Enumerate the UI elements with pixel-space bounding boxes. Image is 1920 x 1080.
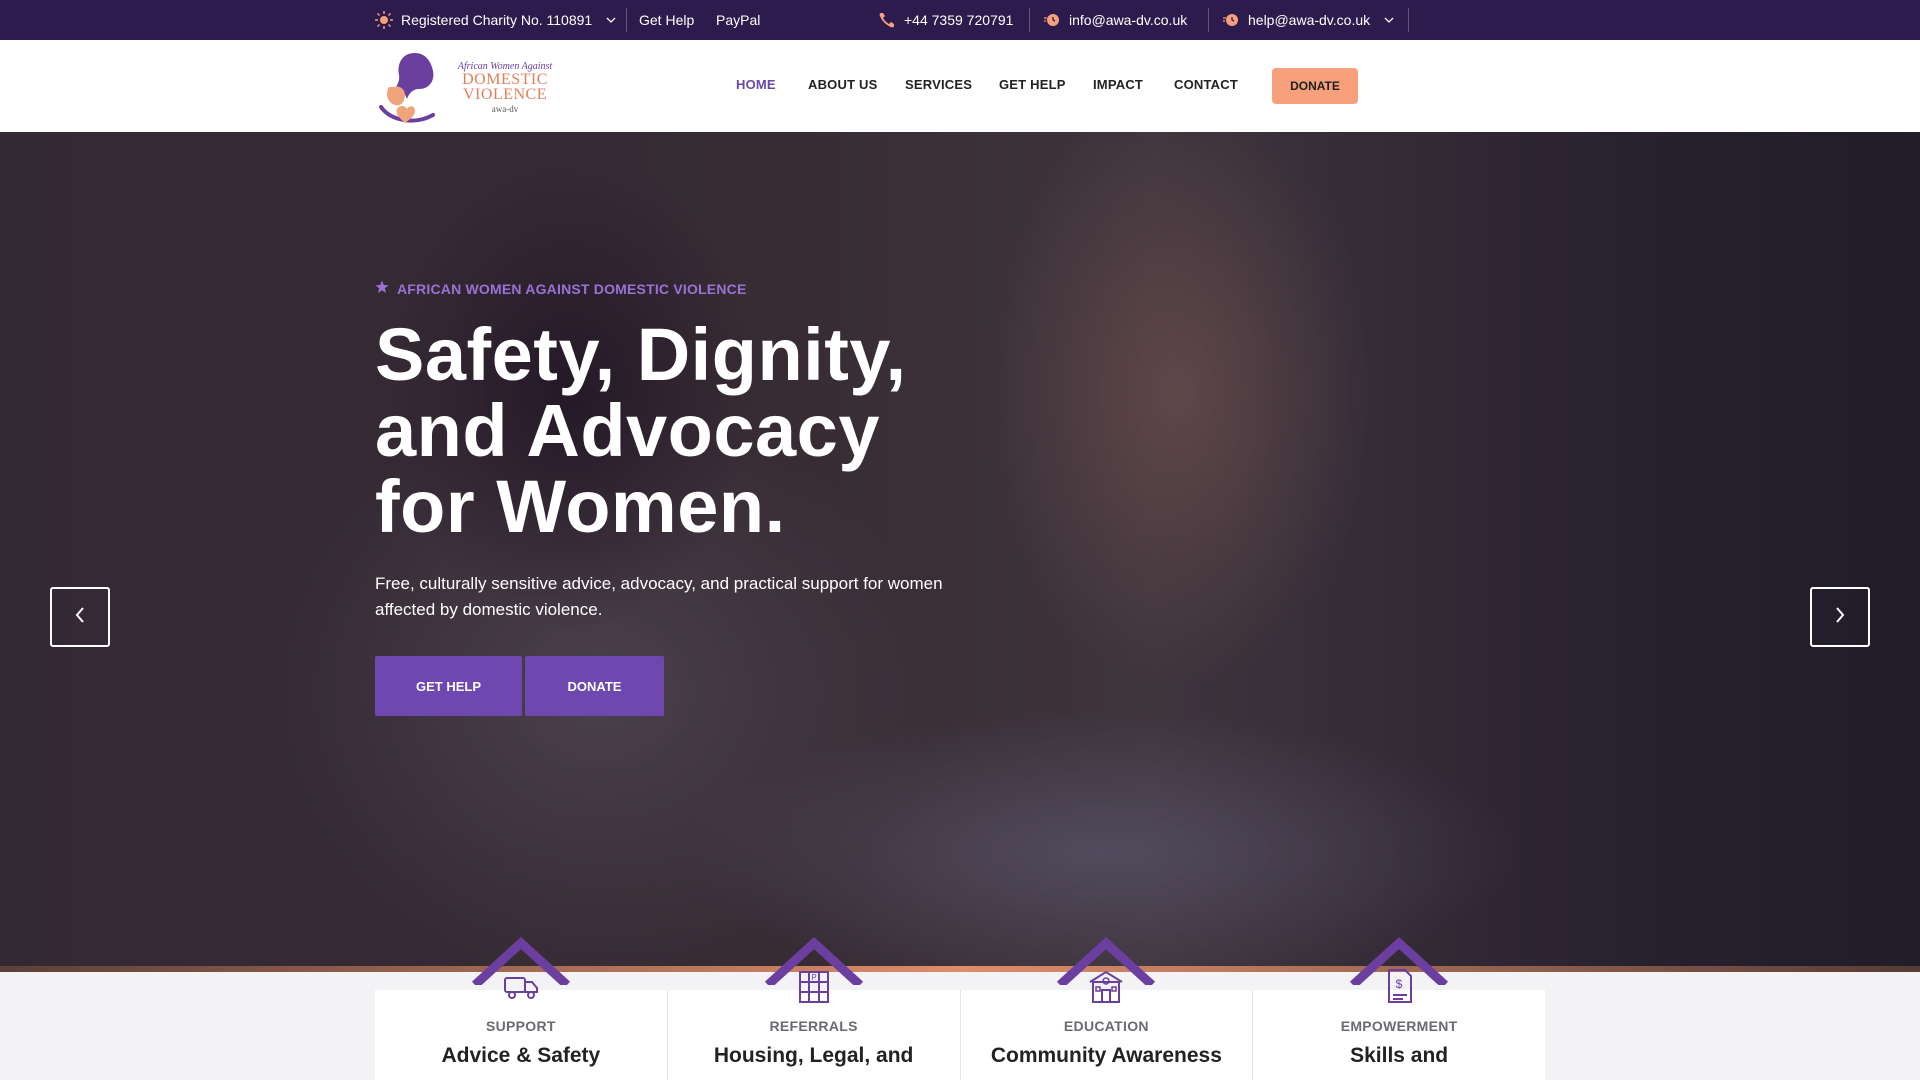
hero-buttons: GET HELP DONATE <box>375 656 995 716</box>
email-help-link[interactable]: help@awa-dv.co.uk <box>1222 0 1394 40</box>
svg-text:$: $ <box>1396 977 1403 991</box>
service-card-referrals[interactable]: P REFERRALS Housing, Legal, and <box>668 936 961 1080</box>
email-info-link[interactable]: info@awa-dv.co.uk <box>1043 0 1187 40</box>
email-help: help@awa-dv.co.uk <box>1248 12 1371 28</box>
clock-icon <box>1222 11 1240 29</box>
phone-link[interactable]: +44 7359 720791 <box>878 0 1013 40</box>
slider-prev-button[interactable] <box>50 587 110 647</box>
link-label: Get Help <box>639 12 695 28</box>
headline-line3: for Women. <box>375 465 786 548</box>
slider-progress-bar <box>0 966 1920 972</box>
nav-item-contact[interactable]: CONTACT <box>1174 77 1238 92</box>
headline-line2: and Advocacy <box>375 389 880 472</box>
hero-slider: AFRICAN WOMEN AGAINST DOMESTIC VIOLENCE … <box>0 132 1920 972</box>
site-header: African Women Against DOMESTIC VIOLENCE … <box>0 40 1920 132</box>
service-card-support[interactable]: SUPPORT Advice & Safety <box>375 936 668 1080</box>
charity-info[interactable]: Registered Charity No. 110891 <box>375 0 616 40</box>
topbar-link-paypal[interactable]: PayPal <box>716 0 760 40</box>
phone-number: +44 7359 720791 <box>904 12 1014 28</box>
slider-next-button[interactable] <box>1810 587 1870 647</box>
logo-wordmark: African Women Against DOMESTIC VIOLENCE … <box>450 61 560 114</box>
link-label: PayPal <box>716 12 761 28</box>
sun-icon <box>375 11 393 29</box>
donate-button[interactable]: DONATE <box>1272 68 1358 104</box>
charity-number: Registered Charity No. 110891 <box>401 12 593 28</box>
email-info: info@awa-dv.co.uk <box>1069 12 1188 28</box>
svg-text:P: P <box>811 973 816 982</box>
clock-icon <box>1043 11 1061 29</box>
chevron-left-icon <box>74 606 86 629</box>
hero-lead: Free, culturally sensitive advice, advoc… <box>375 574 943 619</box>
phone-icon <box>878 11 896 29</box>
chevron-down-icon <box>1384 17 1394 23</box>
card-eyebrow: EDUCATION <box>1063 1018 1149 1034</box>
nav-item-home[interactable]: HOME <box>736 77 776 92</box>
nav-item-services[interactable]: SERVICES <box>905 77 972 92</box>
logo-line2b: VIOLENCE <box>463 86 547 103</box>
get-help-button[interactable]: GET HELP <box>375 656 522 716</box>
card-eyebrow: EMPOWERMENT <box>1340 1018 1458 1034</box>
nav-item-impact[interactable]: IMPACT <box>1093 77 1143 92</box>
hero-headline: Safety, Dignity, and Advocacy for Women. <box>375 317 995 545</box>
card-title: Advice & Safety <box>441 1044 601 1067</box>
card-eyebrow: REFERRALS <box>769 1018 858 1034</box>
nav-item-get-help[interactable]: GET HELP <box>999 77 1066 92</box>
hero-content: AFRICAN WOMEN AGAINST DOMESTIC VIOLENCE … <box>375 280 995 716</box>
document-money-icon: $ <box>1379 968 1419 1004</box>
chevron-down-icon <box>606 17 616 23</box>
star-icon <box>375 280 389 297</box>
service-cards: SUPPORT Advice & Safety P REFERRALS Hous… <box>375 936 1545 1080</box>
logo-line2a: DOMESTIC <box>462 71 548 88</box>
card-title: Housing, Legal, and <box>713 1044 914 1067</box>
nav-item-about-us[interactable]: ABOUT US <box>808 77 878 92</box>
headline-line1: Safety, Dignity, <box>375 313 907 396</box>
topbar-link-get-help[interactable]: Get Help <box>639 0 694 40</box>
card-eyebrow: SUPPORT <box>485 1018 556 1034</box>
site-logo[interactable]: African Women Against DOMESTIC VIOLENCE … <box>375 47 565 127</box>
chevron-right-icon <box>1834 606 1846 629</box>
service-card-education[interactable]: EDUCATION Community Awareness <box>961 936 1254 1080</box>
service-card-empowerment[interactable]: $ EMPOWERMENT Skills and <box>1253 936 1545 1080</box>
building-icon: P <box>794 968 834 1004</box>
donate-hero-button[interactable]: DONATE <box>525 656 664 716</box>
van-icon <box>501 968 541 1004</box>
logo-silhouette-icon <box>379 53 435 123</box>
top-bar: Registered Charity No. 110891 Get Help P… <box>0 0 1920 40</box>
card-title: Skills and <box>1350 1044 1449 1067</box>
card-title: Community Awareness <box>990 1044 1222 1067</box>
school-icon <box>1086 968 1126 1004</box>
logo-line3: awa-dv <box>491 104 519 114</box>
hero-eyebrow-text: AFRICAN WOMEN AGAINST DOMESTIC VIOLENCE <box>397 280 747 297</box>
hero-eyebrow: AFRICAN WOMEN AGAINST DOMESTIC VIOLENCE <box>375 280 995 297</box>
